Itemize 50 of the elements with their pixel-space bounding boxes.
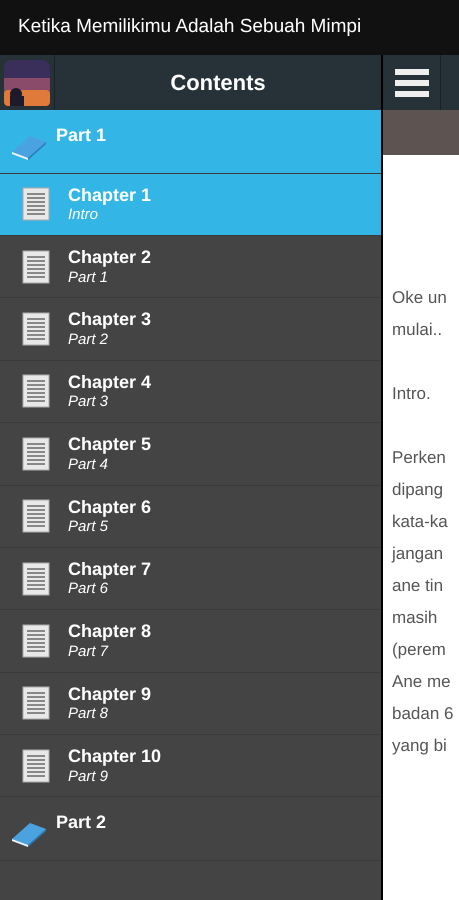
document-icon: [22, 499, 50, 534]
chapter-subtitle: Part 3: [68, 393, 110, 412]
story-text-line: ane tin: [392, 575, 444, 597]
document-icon: [22, 624, 50, 658]
chapter-title: Chapter 9: [68, 682, 152, 706]
chapter-subtitle: Part 1: [68, 268, 110, 288]
chapter-title: Chapter 8: [68, 620, 152, 643]
document-icon: [22, 436, 50, 471]
story-text-line: dipang: [392, 479, 444, 501]
chapter-item[interactable]: Chapter 6 Part 5: [0, 486, 381, 548]
story-text-line: (perem: [392, 639, 447, 661]
chapter-title: Chapter 2: [68, 246, 152, 269]
chapter-subtitle: Intro: [68, 206, 100, 225]
menu-icon: [394, 68, 428, 98]
chapter-title: Chapter 6: [68, 496, 152, 518]
story-text-line: jangan: [392, 543, 444, 565]
drawer-title: Contents: [169, 69, 267, 97]
part-title: Part 1: [56, 124, 106, 147]
chapter-title: Chapter 10: [68, 745, 162, 768]
story-text-line: Intro.: [392, 383, 432, 405]
chapter-subtitle: Part 5: [68, 518, 110, 537]
document-icon: [22, 562, 50, 596]
document-icon: [22, 312, 50, 346]
story-text-line: Oke un: [392, 287, 448, 309]
chapter-subtitle: Part 6: [68, 580, 110, 600]
chapter-title: Chapter 1: [68, 184, 152, 206]
chapter-item[interactable]: Chapter 9 Part 8: [0, 672, 381, 736]
document-icon: [22, 374, 50, 408]
story-text-line: Perken: [392, 447, 447, 469]
story-text-line: kata-ka: [392, 511, 449, 533]
chapter-title: Chapter 7: [68, 558, 152, 580]
chapter-subtitle: Part 7: [68, 642, 110, 662]
document-icon: [22, 187, 50, 222]
chapter-title: Chapter 3: [68, 308, 152, 331]
document-icon: [22, 686, 50, 720]
chapter-title: Chapter 5: [68, 433, 152, 456]
chapter-title: Chapter 4: [68, 370, 152, 394]
chapter-subtitle: Part 4: [68, 456, 110, 474]
document-icon: [22, 250, 50, 284]
part-title: Part 2: [56, 811, 106, 834]
chapter-subtitle: Part 9: [68, 768, 110, 786]
document-icon: [22, 748, 50, 783]
story-text-line: badan 6: [392, 703, 454, 725]
story-text-line: yang bi: [392, 735, 448, 757]
story-text-line: mulai..: [392, 319, 444, 341]
story-text-line: masih: [392, 607, 438, 629]
chapter-subtitle: Part 2: [68, 330, 110, 350]
story-text-line: Ane me: [392, 671, 452, 693]
chapter-subtitle: Part 8: [68, 705, 110, 724]
window-title: Ketika Memilikimu Adalah Sebuah Mimpi: [18, 15, 362, 40]
